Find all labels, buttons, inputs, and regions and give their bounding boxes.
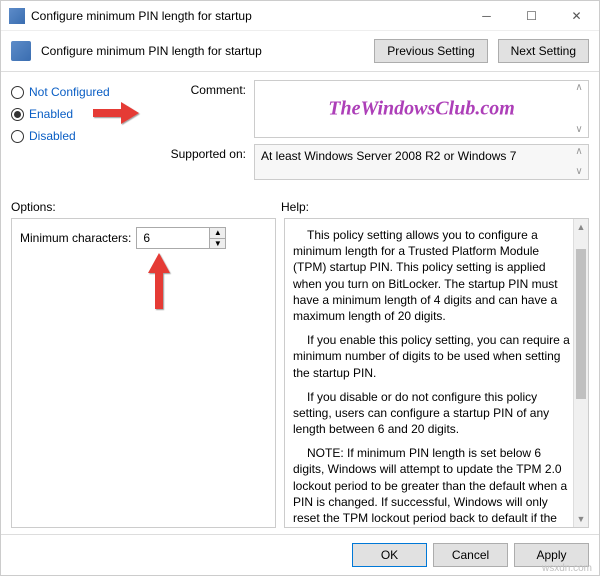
scrollbar[interactable]: ▲ ▼ [573, 219, 588, 527]
window-title: Configure minimum PIN length for startup [31, 9, 464, 23]
radio-icon [11, 130, 24, 143]
radio-disabled[interactable]: Disabled [11, 129, 151, 143]
close-button[interactable]: ✕ [554, 1, 599, 31]
min-characters-spinner[interactable]: 6 ▲ ▼ [136, 227, 226, 249]
scrollbar[interactable]: ∧ ∨ [572, 83, 586, 135]
help-panel: This policy setting allows you to config… [284, 218, 589, 528]
scrollbar[interactable]: ∧ ∨ [572, 147, 586, 177]
comment-column: Comment: TheWindowsClub.com ∧ ∨ Supporte… [161, 80, 589, 186]
radio-not-configured[interactable]: Not Configured [11, 85, 151, 99]
watermark-text: TheWindowsClub.com [328, 98, 515, 121]
supported-value: At least Windows Server 2008 R2 or Windo… [261, 149, 516, 163]
chevron-down-icon: ∨ [572, 125, 586, 135]
main-panels: Minimum characters: 6 ▲ ▼ This policy se… [1, 218, 599, 534]
attribution-text: wsxdn.com [542, 563, 592, 574]
policy-icon [9, 8, 25, 24]
header-row: Configure minimum PIN length for startup… [1, 31, 599, 72]
supported-on-box: At least Windows Server 2008 R2 or Windo… [254, 144, 589, 180]
maximize-button[interactable]: ☐ [509, 1, 554, 31]
options-panel: Minimum characters: 6 ▲ ▼ [11, 218, 276, 528]
titlebar[interactable]: Configure minimum PIN length for startup… [1, 1, 599, 31]
scrollbar-thumb[interactable] [576, 249, 586, 399]
spinner-up-button[interactable]: ▲ [210, 228, 225, 238]
spinner-down-button[interactable]: ▼ [210, 238, 225, 248]
chevron-up-icon: ∧ [572, 147, 586, 157]
chevron-down-icon: ∨ [572, 167, 586, 177]
spinner-value: 6 [137, 231, 209, 245]
annotation-arrow-icon [146, 251, 172, 311]
help-paragraph: If you enable this policy setting, you c… [293, 332, 570, 381]
previous-setting-button[interactable]: Previous Setting [374, 39, 487, 63]
state-comment-area: Not Configured Enabled Disabled Comment:… [1, 72, 599, 194]
policy-header-icon [11, 41, 31, 61]
min-characters-label: Minimum characters: [20, 231, 131, 245]
next-setting-button[interactable]: Next Setting [498, 39, 589, 63]
help-label: Help: [281, 200, 309, 214]
help-paragraph: If you disable or do not configure this … [293, 389, 570, 438]
section-labels: Options: Help: [1, 194, 599, 218]
ok-button[interactable]: OK [352, 543, 427, 567]
radio-label: Not Configured [29, 85, 110, 99]
comment-label: Comment: [161, 80, 246, 97]
radio-label: Disabled [29, 129, 76, 143]
chevron-down-icon: ▼ [574, 513, 588, 525]
help-paragraph: NOTE: If minimum PIN length is set below… [293, 445, 570, 528]
policy-dialog-window: Configure minimum PIN length for startup… [0, 0, 600, 576]
help-paragraph: This policy setting allows you to config… [293, 227, 570, 324]
options-label: Options: [11, 200, 281, 214]
policy-title: Configure minimum PIN length for startup [41, 44, 364, 58]
dialog-buttons: OK Cancel Apply [1, 534, 599, 575]
radio-enabled[interactable]: Enabled [11, 107, 151, 121]
chevron-up-icon: ▲ [574, 221, 588, 233]
cancel-button[interactable]: Cancel [433, 543, 508, 567]
comment-textarea[interactable]: TheWindowsClub.com ∧ ∨ [254, 80, 589, 138]
radio-label: Enabled [29, 107, 73, 121]
radio-icon [11, 108, 24, 121]
minimize-button[interactable]: ─ [464, 1, 509, 31]
supported-label: Supported on: [161, 144, 246, 161]
radio-icon [11, 86, 24, 99]
chevron-up-icon: ∧ [572, 83, 586, 93]
state-radio-group: Not Configured Enabled Disabled [11, 80, 151, 186]
